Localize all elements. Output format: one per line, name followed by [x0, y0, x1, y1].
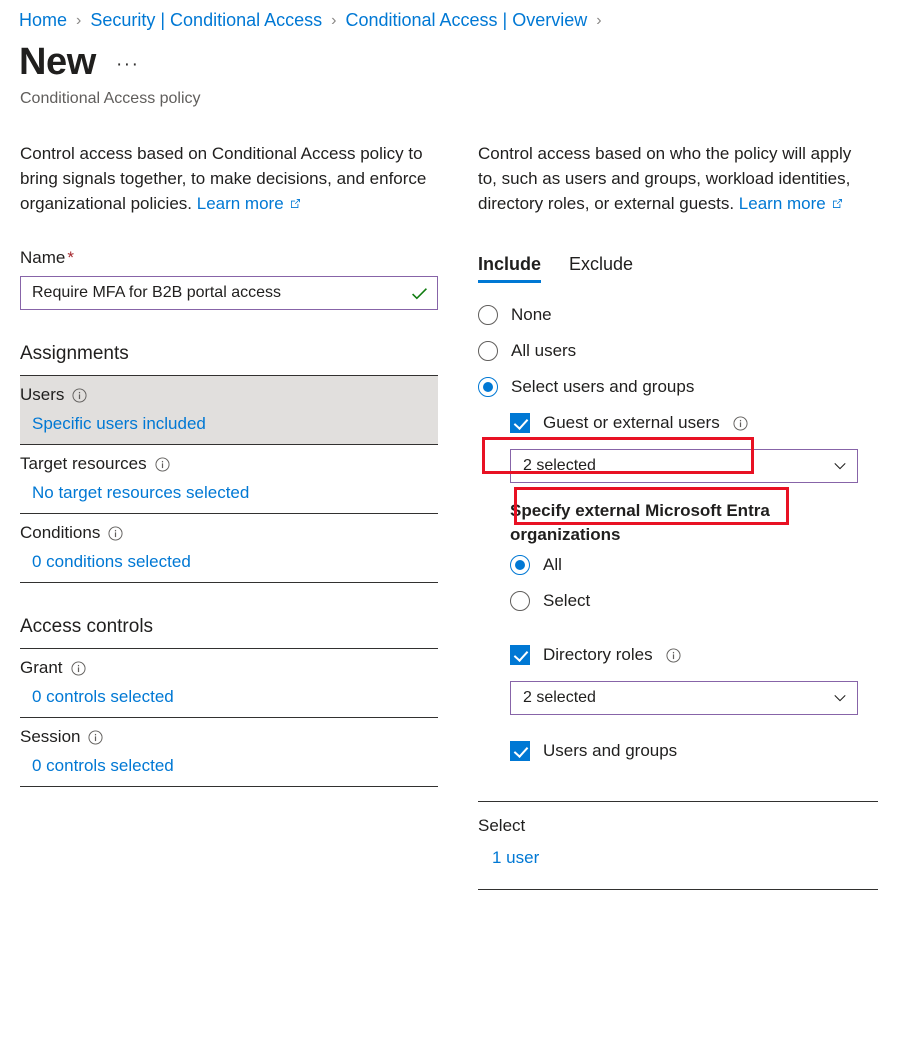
info-icon[interactable]: [88, 730, 103, 745]
name-input[interactable]: [32, 284, 411, 302]
radio-option-entra-all[interactable]: All: [510, 547, 904, 583]
breadcrumb: Home › Security | Conditional Access › C…: [0, 0, 904, 31]
name-field-label: Name*: [20, 248, 460, 268]
radio-all-users-label: All users: [511, 341, 576, 361]
tab-exclude[interactable]: Exclude: [569, 254, 633, 283]
checkbox-guest-or-external-users-label: Guest or external users: [543, 413, 720, 433]
page-title: New: [19, 43, 96, 81]
required-indicator: *: [67, 248, 74, 267]
page-subtitle: Conditional Access policy: [0, 81, 904, 108]
learn-more-link-right[interactable]: Learn more: [739, 191, 844, 216]
checkbox-users-and-groups-icon[interactable]: [510, 741, 530, 761]
info-icon[interactable]: [72, 388, 87, 403]
target-resources-label: Target resources: [20, 454, 147, 474]
target-resources-value-link[interactable]: No target resources selected: [32, 483, 438, 503]
radio-select-users-and-groups-label: Select users and groups: [511, 377, 694, 397]
assignment-row-users[interactable]: Users Specific users included: [20, 376, 438, 444]
divider: [20, 786, 438, 787]
radio-none-icon[interactable]: [478, 305, 498, 325]
checkbox-option-directory-roles[interactable]: Directory roles: [510, 637, 904, 673]
radio-entra-all-label: All: [543, 555, 562, 575]
radio-option-all-users[interactable]: All users: [478, 333, 904, 369]
checkbox-directory-roles-label: Directory roles: [543, 645, 653, 665]
radio-option-entra-select[interactable]: Select: [510, 583, 904, 619]
breadcrumb-item-conditional-access-overview[interactable]: Conditional Access | Overview: [345, 10, 587, 31]
divider: [478, 801, 878, 802]
page-header: New ···: [0, 31, 904, 81]
info-icon[interactable]: [666, 648, 681, 663]
assignment-row-label: Conditions: [20, 523, 438, 543]
info-icon[interactable]: [71, 661, 86, 676]
radio-option-none[interactable]: None: [478, 297, 904, 333]
content-columns: Control access based on Conditional Acce…: [0, 108, 904, 890]
checkbox-guest-or-external-users-icon[interactable]: [510, 413, 530, 433]
breadcrumb-separator-icon: ›: [331, 12, 336, 30]
external-link-icon: [289, 197, 302, 210]
users-label: Users: [20, 385, 64, 405]
more-options-button[interactable]: ···: [116, 55, 139, 74]
control-row-label: Session: [20, 727, 438, 747]
guest-users-dropdown-value: 2 selected: [523, 457, 833, 475]
radio-entra-select-label: Select: [543, 591, 590, 611]
checkbox-users-and-groups-label: Users and groups: [543, 741, 677, 761]
assignment-row-target-resources[interactable]: Target resources No target resources sel…: [20, 445, 438, 513]
info-icon[interactable]: [108, 526, 123, 541]
assignment-row-label: Users: [20, 385, 438, 405]
breadcrumb-item-security-conditional-access[interactable]: Security | Conditional Access: [90, 10, 322, 31]
policy-basics-column: Control access based on Conditional Acce…: [0, 141, 460, 890]
checkbox-option-users-and-groups[interactable]: Users and groups: [510, 733, 904, 769]
divider: [478, 889, 878, 890]
include-exclude-tabs: Include Exclude: [478, 254, 904, 283]
info-icon[interactable]: [733, 416, 748, 431]
users-assignment-column: Control access based on who the policy w…: [460, 141, 904, 890]
tab-include[interactable]: Include: [478, 254, 541, 283]
learn-more-label: Learn more: [197, 191, 284, 216]
radio-option-select-users-and-groups[interactable]: Select users and groups: [478, 369, 904, 405]
radio-select-users-and-groups-icon[interactable]: [478, 377, 498, 397]
chevron-down-icon: [833, 459, 847, 473]
directory-roles-dropdown-value: 2 selected: [523, 689, 833, 707]
learn-more-label: Learn more: [739, 191, 826, 216]
users-description: Control access based on who the policy w…: [478, 141, 868, 216]
valid-check-icon: [411, 285, 428, 302]
radio-entra-select-icon[interactable]: [510, 591, 530, 611]
session-value-link[interactable]: 0 controls selected: [32, 756, 438, 776]
grant-label: Grant: [20, 658, 63, 678]
info-icon[interactable]: [155, 457, 170, 472]
assignment-row-label: Target resources: [20, 454, 438, 474]
directory-roles-dropdown[interactable]: 2 selected: [510, 681, 858, 715]
control-row-label: Grant: [20, 658, 438, 678]
session-label: Session: [20, 727, 80, 747]
radio-entra-all-icon[interactable]: [510, 555, 530, 575]
control-row-grant[interactable]: Grant 0 controls selected: [20, 649, 438, 717]
conditions-value-link[interactable]: 0 conditions selected: [32, 552, 438, 572]
users-value-link[interactable]: Specific users included: [32, 414, 438, 434]
radio-all-users-icon[interactable]: [478, 341, 498, 361]
divider: [20, 582, 438, 583]
breadcrumb-separator-icon: ›: [76, 12, 81, 30]
breadcrumb-separator-icon: ›: [596, 12, 601, 30]
entra-organizations-heading: Specify external Microsoft Entra organiz…: [510, 499, 830, 547]
select-section-label: Select: [478, 816, 904, 836]
grant-value-link[interactable]: 0 controls selected: [32, 687, 438, 707]
checkbox-directory-roles-icon[interactable]: [510, 645, 530, 665]
chevron-down-icon: [833, 691, 847, 705]
name-label-text: Name: [20, 248, 65, 267]
name-input-container[interactable]: [20, 276, 438, 310]
control-row-session[interactable]: Session 0 controls selected: [20, 718, 438, 786]
radio-none-label: None: [511, 305, 552, 325]
conditions-label: Conditions: [20, 523, 100, 543]
learn-more-link-left[interactable]: Learn more: [197, 191, 302, 216]
select-users-value-link[interactable]: 1 user: [492, 848, 904, 868]
guest-users-dropdown[interactable]: 2 selected: [510, 449, 858, 483]
assignment-row-conditions[interactable]: Conditions 0 conditions selected: [20, 514, 438, 582]
breadcrumb-item-home[interactable]: Home: [19, 10, 67, 31]
policy-description: Control access based on Conditional Acce…: [20, 141, 440, 216]
access-controls-heading: Access controls: [20, 616, 460, 638]
external-link-icon: [831, 197, 844, 210]
checkbox-option-guest-or-external-users[interactable]: Guest or external users: [510, 405, 904, 441]
assignments-heading: Assignments: [20, 343, 460, 365]
